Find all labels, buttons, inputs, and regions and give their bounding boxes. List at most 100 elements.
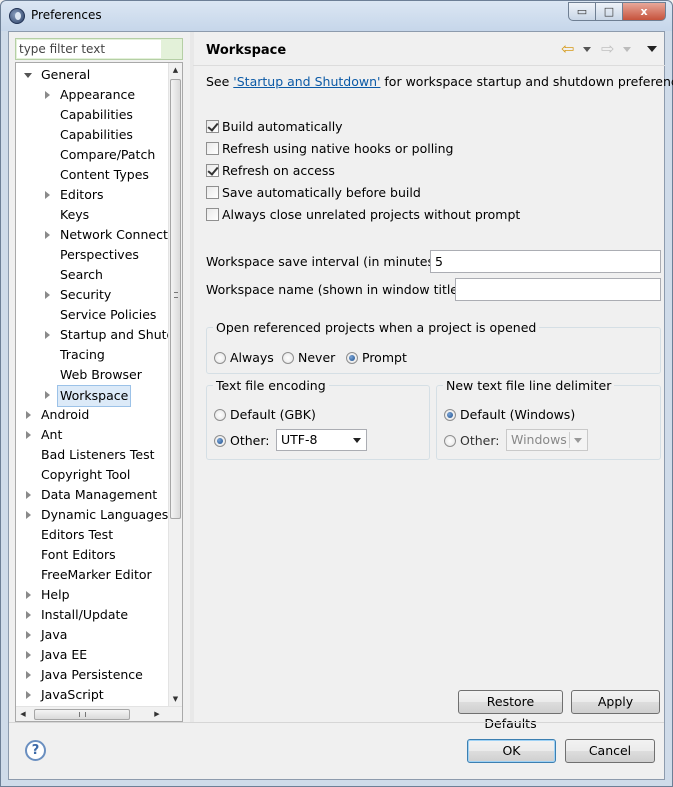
checkbox-label: Build automatically [222, 119, 343, 134]
line-delimiter-legend: New text file line delimiter [446, 378, 612, 393]
tree-item-label: Perspectives [60, 247, 139, 262]
scroll-right-arrow-icon[interactable]: ▶ [150, 707, 164, 721]
radio-dot[interactable] [214, 409, 226, 421]
scroll-left-arrow-icon[interactable]: ◀ [16, 707, 30, 721]
collapsed-twisty-icon[interactable] [45, 91, 50, 99]
radio-dot[interactable] [444, 435, 456, 447]
apply-button[interactable]: Apply [571, 690, 660, 714]
view-menu-icon[interactable] [647, 46, 657, 52]
maximize-icon: □ [603, 5, 615, 18]
tree-item-label: FreeMarker Editor [41, 567, 152, 582]
tree-horizontal-scrollbar[interactable]: ◀ ▶ [16, 706, 182, 721]
checkbox-box[interactable] [206, 186, 219, 199]
collapsed-twisty-icon[interactable] [45, 391, 50, 399]
radio-dot[interactable] [444, 409, 456, 421]
horizontal-scroll-thumb[interactable] [34, 709, 130, 720]
tree-item-label: Java Persistence [41, 667, 143, 682]
delimiter-combo[interactable]: Windows [506, 429, 588, 451]
tree-item-label: General [41, 67, 91, 82]
chevron-down-icon[interactable] [574, 438, 582, 443]
back-arrow-icon[interactable]: ⇦ [561, 41, 574, 57]
save-interval-input[interactable]: 5 [430, 250, 661, 273]
chevron-down-icon[interactable] [353, 438, 361, 443]
collapsed-twisty-icon[interactable] [26, 651, 31, 659]
tree-item-label: Editors [60, 187, 104, 202]
collapsed-twisty-icon[interactable] [26, 671, 31, 679]
preference-tree: General Appearance Capabilities Capabilitie… [15, 62, 183, 722]
radio-dot[interactable] [346, 352, 358, 364]
workspace-name-input[interactable] [455, 278, 661, 301]
collapsed-twisty-icon[interactable] [26, 491, 31, 499]
collapsed-twisty-icon[interactable] [45, 331, 50, 339]
ok-button[interactable]: OK [467, 739, 556, 763]
checkbox-label: Always close unrelated projects without … [222, 207, 521, 222]
forward-history-dropdown-icon[interactable] [623, 47, 631, 52]
scroll-up-arrow-icon[interactable]: ▲ [169, 63, 182, 77]
tree-item-label: Capabilities [60, 127, 133, 142]
startup-shutdown-link[interactable]: 'Startup and Shutdown' [233, 74, 380, 89]
open-referenced-projects-group: Open referenced projects when a project … [206, 320, 661, 374]
checkbox-box[interactable] [206, 208, 219, 221]
tree-item-label: Compare/Patch [60, 147, 156, 162]
scroll-down-arrow-icon[interactable]: ▼ [169, 692, 182, 706]
checkbox-label: Refresh using native hooks or polling [222, 141, 454, 156]
tree-vertical-scrollbar[interactable]: ▲ ▼ [168, 63, 182, 706]
expanded-twisty-icon[interactable] [24, 73, 32, 78]
tree-item-label: Data Management [41, 487, 158, 502]
forward-arrow-icon[interactable]: ⇨ [601, 41, 614, 57]
tree-item-label: Service Policies [60, 307, 157, 322]
tree-item-label: Bad Listeners Test [41, 447, 155, 462]
collapsed-twisty-icon[interactable] [45, 291, 50, 299]
close-button[interactable]: x [622, 2, 666, 21]
delimiter-combo-value: Windows [511, 432, 567, 447]
tree-item-label: Web Browser [60, 367, 142, 382]
tree-item-label: Appearance [60, 87, 136, 102]
checkbox-label: Refresh on access [222, 163, 335, 178]
radio-label: Default (Windows) [460, 407, 576, 422]
radio-label: Never [298, 350, 336, 365]
restore-defaults-button[interactable]: Restore Defaults [458, 690, 563, 731]
tree-item-label: Android [41, 407, 90, 422]
filter-input[interactable] [17, 40, 161, 58]
collapsed-twisty-icon[interactable] [26, 591, 31, 599]
help-icon[interactable]: ? [25, 740, 46, 761]
tree-item-label: Search [60, 267, 103, 282]
workspace-name-label: Workspace name (shown in window title): [206, 282, 468, 297]
checkbox-box[interactable] [206, 164, 219, 177]
minimize-button[interactable]: ▭ [568, 2, 596, 21]
checkbox-box[interactable] [206, 142, 219, 155]
radio-label: Other: [230, 433, 270, 448]
radio-dot[interactable] [282, 352, 294, 364]
tree-item-label: JavaScript [41, 687, 104, 702]
cancel-button[interactable]: Cancel [565, 739, 655, 763]
desc-suffix: for workspace startup and shutdown prefe… [380, 74, 673, 89]
window-title: Preferences [31, 8, 102, 22]
tree-item-label: Startup and Shutd [60, 327, 171, 342]
tree-item-label: Help [41, 587, 70, 602]
dialog-client-area: General Appearance Capabilities Capabilitie… [8, 31, 673, 780]
collapsed-twisty-icon[interactable] [26, 431, 31, 439]
checkbox-box[interactable] [206, 120, 219, 133]
collapsed-twisty-icon[interactable] [26, 411, 31, 419]
preference-page: Workspace ⇦ ⇨ See 'Startup and Shutdown'… [193, 32, 673, 731]
maximize-button[interactable]: □ [595, 2, 623, 21]
collapsed-twisty-icon[interactable] [45, 231, 50, 239]
vertical-scroll-thumb[interactable] [170, 79, 181, 519]
tree-item-label: Font Editors [41, 547, 116, 562]
collapsed-twisty-icon[interactable] [26, 691, 31, 699]
collapsed-twisty-icon[interactable] [45, 191, 50, 199]
preferences-window: Preferences ▭ □ x General Appearance Capab… [0, 0, 673, 787]
tree-item-label: Tracing [60, 347, 105, 362]
back-history-dropdown-icon[interactable] [583, 47, 591, 52]
radio-dot[interactable] [214, 352, 226, 364]
collapsed-twisty-icon[interactable] [26, 511, 31, 519]
radio-label: Other: [460, 433, 500, 448]
collapsed-twisty-icon[interactable] [26, 631, 31, 639]
radio-dot[interactable] [214, 435, 226, 447]
title-bar[interactable]: Preferences ▭ □ x [1, 1, 672, 31]
encoding-combo-value: UTF-8 [281, 432, 318, 447]
tree-item-label: Dynamic Languages [41, 507, 169, 522]
encoding-combo[interactable]: UTF-8 [276, 429, 367, 451]
collapsed-twisty-icon[interactable] [26, 611, 31, 619]
close-icon: x [640, 5, 648, 18]
